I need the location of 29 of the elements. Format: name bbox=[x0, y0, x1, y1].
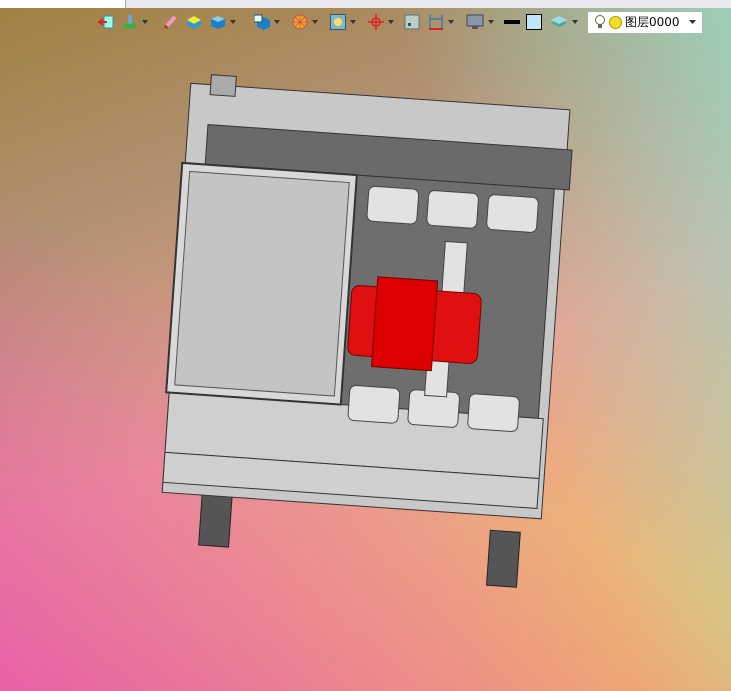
caret-icon bbox=[388, 20, 394, 24]
caret-icon bbox=[572, 20, 578, 24]
cube-icon bbox=[210, 14, 226, 30]
crosshair-icon bbox=[368, 14, 384, 30]
zoom-frame-icon bbox=[330, 14, 346, 30]
toolbar-button[interactable] bbox=[252, 12, 282, 32]
color-swatch-icon bbox=[526, 14, 542, 30]
caret-icon bbox=[448, 20, 454, 24]
caret-icon bbox=[312, 20, 318, 24]
caret-icon bbox=[274, 20, 280, 24]
caret-icon bbox=[689, 20, 696, 24]
block-icon bbox=[186, 14, 202, 30]
layers-icon bbox=[550, 14, 568, 30]
figure-icon bbox=[122, 14, 138, 30]
caret-icon bbox=[142, 20, 148, 24]
caret-icon bbox=[488, 20, 494, 24]
sun-icon bbox=[608, 14, 623, 30]
monitor-icon bbox=[466, 14, 484, 30]
toolbar-button[interactable] bbox=[524, 12, 544, 32]
dimension-icon bbox=[428, 14, 444, 30]
layer-dropdown[interactable]: 图层0000 bbox=[588, 12, 702, 32]
ball-icon bbox=[292, 14, 308, 30]
caret-icon bbox=[230, 20, 236, 24]
exit-icon bbox=[98, 14, 114, 30]
viewport-icon bbox=[404, 14, 420, 30]
cube-view-icon bbox=[254, 14, 270, 30]
caret-icon bbox=[350, 20, 356, 24]
lightbulb-icon bbox=[594, 14, 606, 30]
brush-icon bbox=[162, 14, 178, 30]
